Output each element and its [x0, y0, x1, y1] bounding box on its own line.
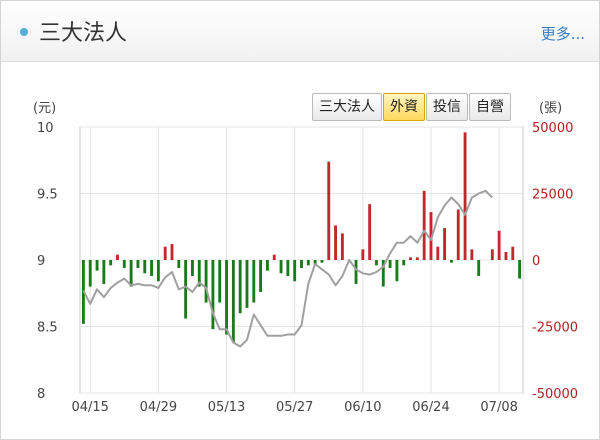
- left-axis-unit: (元): [33, 101, 56, 116]
- net-buy-bar: [156, 260, 160, 282]
- right-tick-label: 0: [532, 254, 540, 269]
- net-buy-bar: [415, 257, 419, 260]
- right-tick-label: -50000: [532, 387, 578, 402]
- net-buy-bar: [150, 260, 153, 276]
- net-buy-bar: [497, 230, 501, 260]
- net-buy-bar: [129, 260, 133, 287]
- net-buy-bar: [334, 225, 338, 260]
- left-tick-label: 9: [37, 254, 45, 269]
- panel-title: 三大法人: [39, 21, 128, 46]
- net-buy-bar: [463, 132, 467, 260]
- left-tick-label: 10: [37, 121, 54, 136]
- net-buy-bar: [429, 212, 433, 260]
- right-tick-label: 25000: [532, 188, 573, 203]
- net-buy-bar: [272, 254, 276, 260]
- x-tick-label: 05/27: [276, 400, 313, 415]
- net-buy-bar: [265, 260, 269, 271]
- right-axis-unit: (張): [539, 101, 562, 116]
- net-buy-bar: [218, 260, 222, 303]
- chart-grid: [79, 126, 524, 394]
- net-buy-bar: [381, 260, 385, 287]
- panel-header: 三大法人 更多...: [1, 1, 599, 62]
- net-buy-bar: [136, 260, 140, 268]
- net-buy-bar: [388, 260, 392, 268]
- net-buy-bar: [81, 260, 85, 324]
- net-buy-bar: [443, 228, 447, 260]
- net-buy-bar: [88, 260, 92, 287]
- net-buy-bar: [490, 249, 494, 260]
- price-line-group: [82, 189, 494, 348]
- net-buy-bar: [225, 260, 228, 335]
- net-buy-bar: [327, 161, 331, 260]
- net-buy-bar: [109, 260, 113, 266]
- net-buy-bar: [340, 233, 344, 260]
- net-buy-bar: [450, 260, 453, 263]
- net-buy-bar: [306, 260, 310, 266]
- right-tick-label: -25000: [532, 321, 578, 336]
- institutional-panel: 三大法人 更多... 三大法人 外資 投信 自營 (元) (張) 8 8.5 9 9.…: [0, 0, 600, 440]
- x-tick-label: 06/24: [412, 400, 449, 415]
- net-buy-bar: [143, 260, 147, 274]
- net-buy-bar: [191, 260, 194, 276]
- net-buy-bar: [211, 260, 215, 330]
- net-buy-bar: [320, 260, 324, 263]
- net-buy-bar: [300, 260, 303, 268]
- left-tick-label: 8: [37, 387, 45, 402]
- net-buy-bar: [163, 246, 167, 260]
- net-buy-bar: [504, 252, 508, 260]
- net-buy-bar: [313, 260, 317, 266]
- price-line: [82, 189, 494, 348]
- plot-frame: [79, 126, 524, 394]
- net-buy-bars: [81, 132, 522, 343]
- net-buy-bar: [395, 260, 399, 282]
- tab-dealer[interactable]: 自營: [469, 93, 511, 121]
- x-tick-label: 05/13: [208, 400, 245, 415]
- net-buy-bar: [436, 246, 440, 260]
- net-buy-bar: [511, 246, 515, 260]
- net-buy-bar: [456, 209, 460, 260]
- investor-tabs: 三大法人 外資 投信 自營: [312, 93, 512, 121]
- more-link[interactable]: 更多...: [541, 23, 585, 44]
- net-buy-bar: [238, 260, 242, 314]
- x-tick-label: 06/10: [344, 400, 381, 415]
- net-buy-bar: [259, 260, 263, 292]
- net-buy-bar: [477, 260, 481, 276]
- net-buy-bar: [116, 254, 119, 260]
- tab-institutional[interactable]: 三大法人: [312, 93, 382, 121]
- x-tick-label: 04/15: [71, 400, 108, 415]
- x-tick-label: 04/29: [140, 400, 177, 415]
- net-buy-bar: [409, 257, 412, 260]
- right-tick-label: 50000: [532, 121, 573, 136]
- net-buy-bar: [422, 190, 426, 260]
- net-buy-bar: [375, 260, 378, 266]
- bullet-icon: [20, 28, 28, 36]
- net-buy-bar: [95, 260, 99, 271]
- net-buy-bar: [286, 260, 290, 276]
- net-buy-bar: [245, 260, 249, 308]
- tab-trust[interactable]: 投信: [426, 93, 468, 121]
- net-buy-bar: [402, 260, 406, 266]
- left-tick-label: 9.5: [37, 188, 58, 203]
- tab-foreign[interactable]: 外資: [383, 93, 425, 121]
- net-buy-bar: [204, 260, 208, 303]
- net-buy-bar: [518, 260, 522, 279]
- net-buy-bar: [197, 260, 201, 287]
- net-buy-bar: [122, 260, 126, 268]
- net-buy-bar: [170, 244, 174, 260]
- net-buy-bar: [368, 204, 372, 260]
- net-buy-bar: [279, 260, 283, 274]
- x-tick-label: 07/08: [480, 400, 517, 415]
- left-tick-label: 8.5: [37, 321, 58, 336]
- chart-axes: (元) (張) 8 8.5 9 9.5 10 -50000 -25000 0 25000 5000…: [33, 101, 578, 415]
- net-buy-bar: [252, 260, 256, 303]
- net-buy-bar: [361, 249, 365, 260]
- net-buy-bar: [231, 260, 235, 343]
- net-buy-bar: [184, 260, 188, 319]
- net-buy-bar: [470, 249, 474, 260]
- net-buy-bar: [177, 260, 181, 268]
- net-buy-bar: [354, 260, 358, 284]
- institutional-chart: (元) (張) 8 8.5 9 9.5 10 -50000 -25000 0 25000 5000…: [33, 101, 578, 415]
- net-buy-bar: [293, 260, 297, 282]
- net-buy-bar: [102, 260, 106, 284]
